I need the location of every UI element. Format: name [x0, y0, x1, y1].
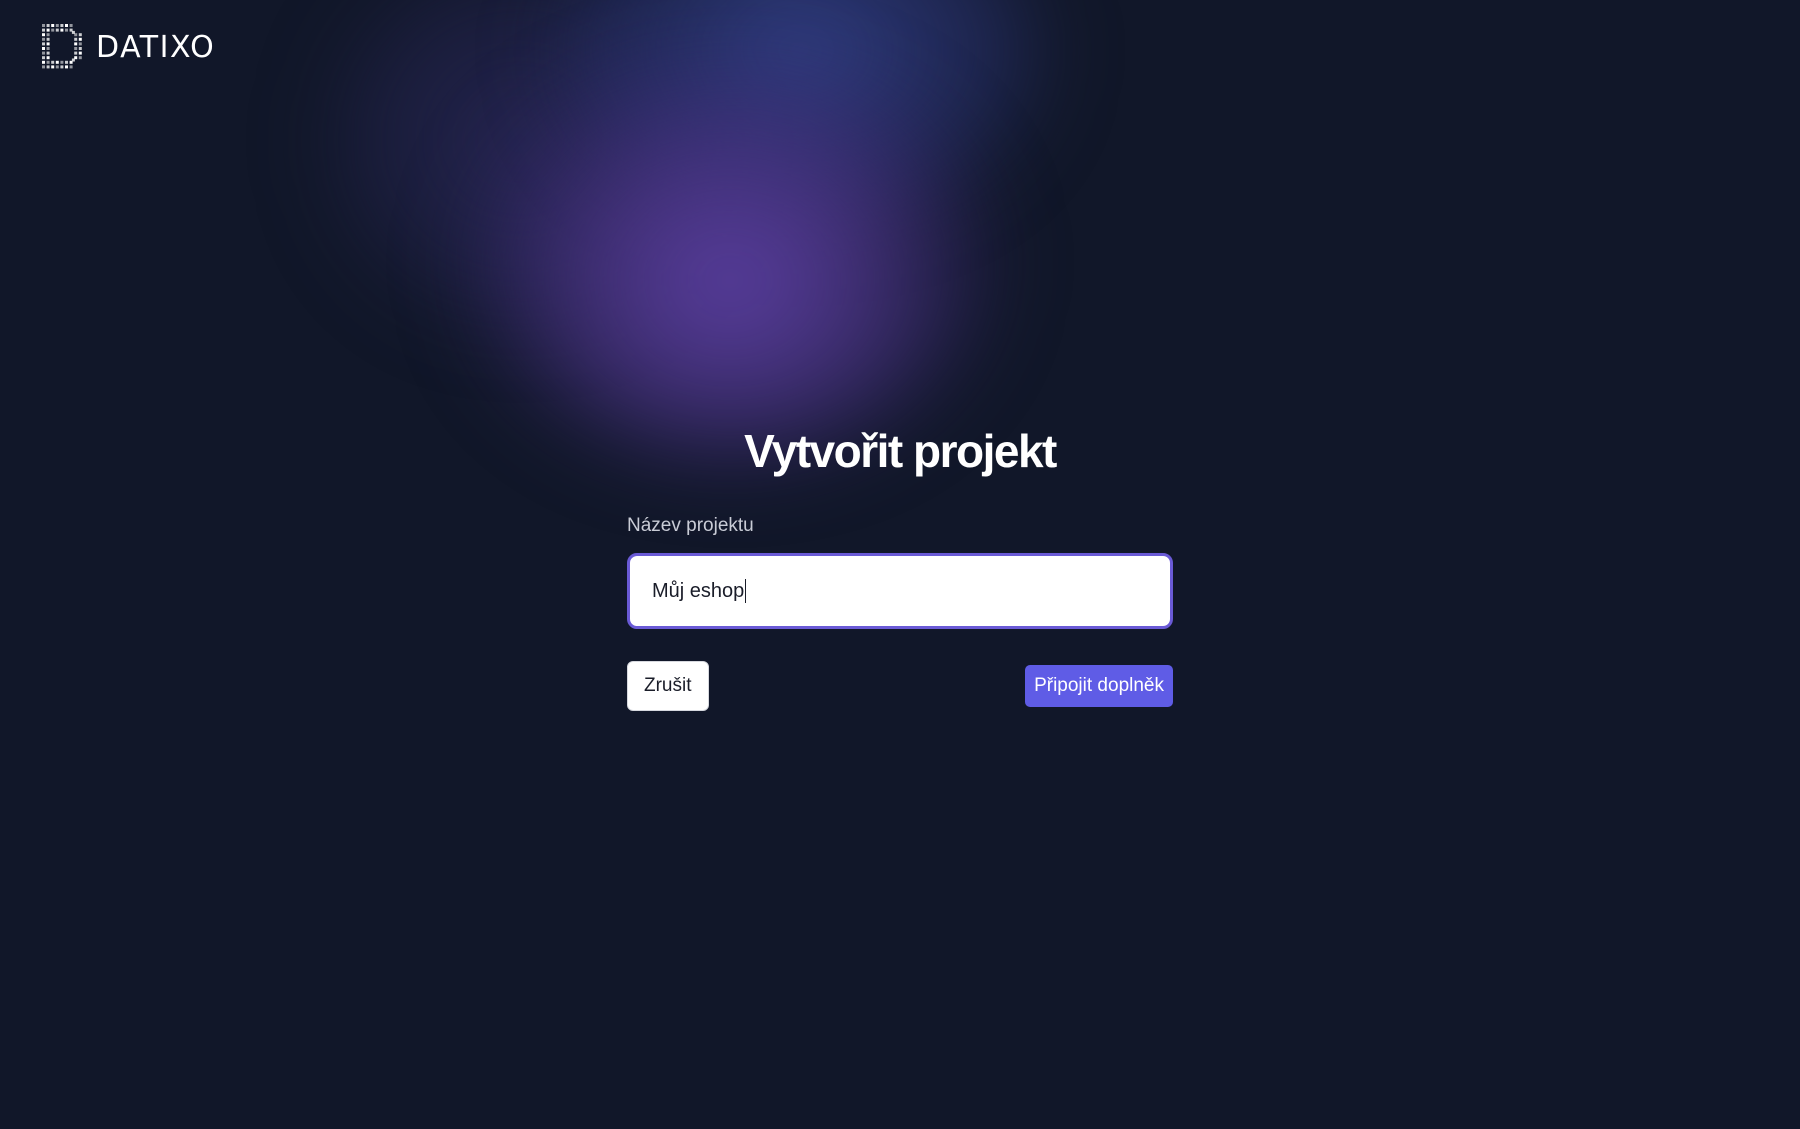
- text-caret: [745, 579, 747, 603]
- brand-logo[interactable]: DATIXO: [42, 24, 215, 70]
- brand-name: DATIXO: [96, 29, 216, 65]
- project-name-input[interactable]: Můj eshop: [627, 553, 1173, 629]
- form-actions: Zrušit Připojit doplněk: [627, 661, 1173, 711]
- datixo-dotted-d-icon: [42, 24, 82, 69]
- background-glow-purple: [470, 60, 990, 460]
- page-title: Vytvořit projekt: [744, 425, 1057, 477]
- project-name-label: Název projektu: [627, 515, 754, 536]
- create-project-form: Vytvořit projekt Název projektu Můj esho…: [627, 420, 1173, 711]
- create-project-page: DATIXO Vytvořit projekt Název projektu M…: [0, 0, 1800, 1129]
- connect-addon-button[interactable]: Připojit doplněk: [1025, 665, 1173, 707]
- cancel-button[interactable]: Zrušit: [627, 661, 709, 711]
- project-name-value[interactable]: Můj eshop: [652, 580, 744, 603]
